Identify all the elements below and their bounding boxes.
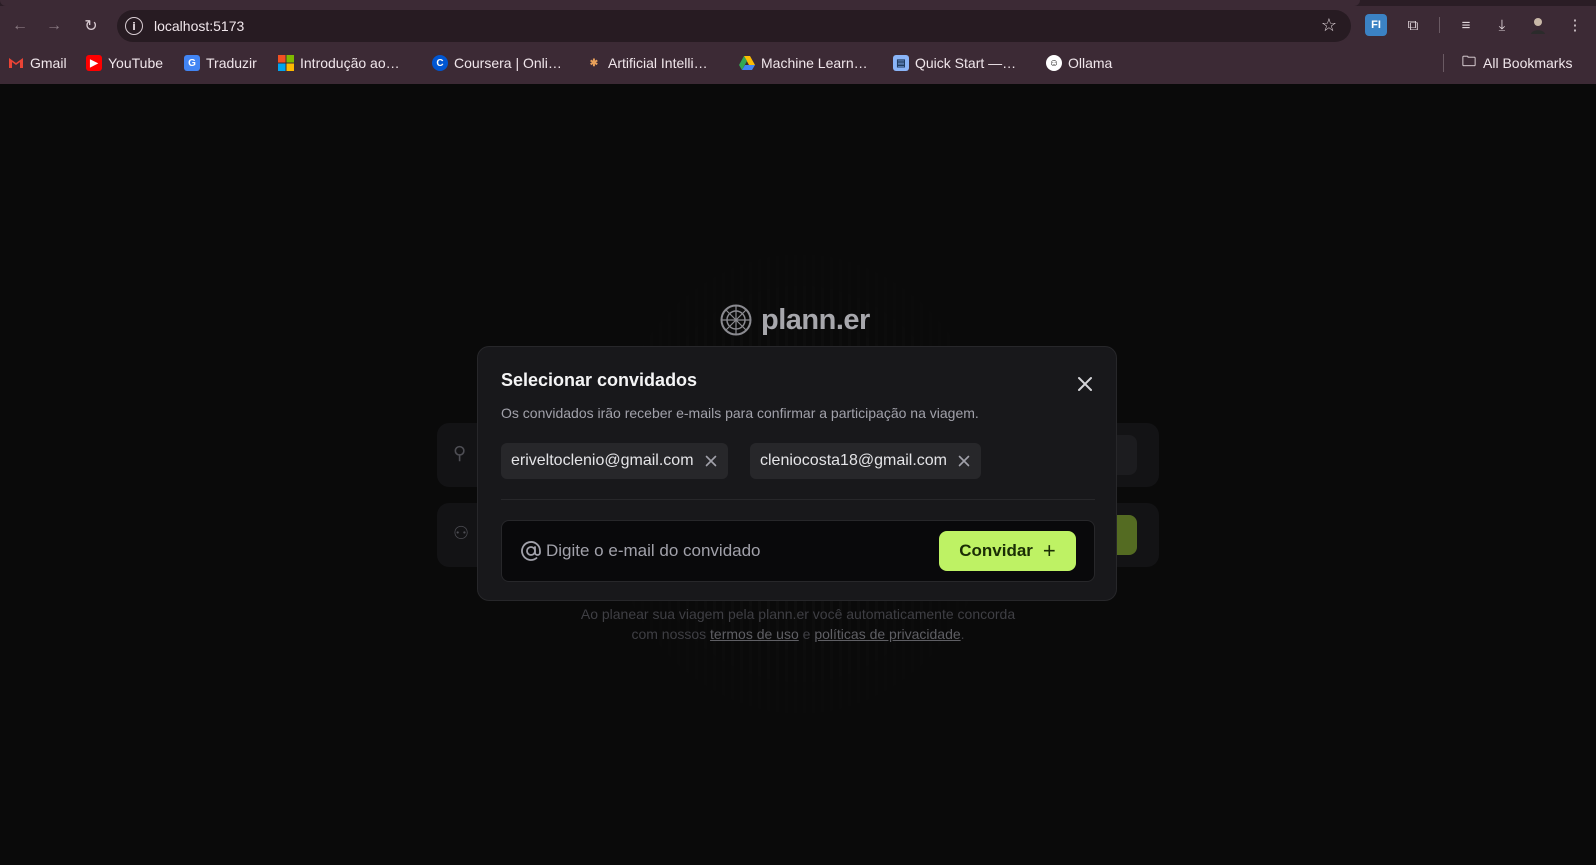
guest-email-input[interactable] [546,533,926,569]
app-logo: plann.er [720,300,870,340]
active-tab-edge[interactable] [0,0,1360,6]
bookmark-label: Gmail [30,55,67,71]
translate-icon: G [184,55,200,71]
terms-end: . [960,626,965,642]
terms-prefix: com nossos [631,626,707,642]
privacy-link[interactable]: políticas de privacidade [814,626,960,642]
site-info-icon[interactable]: i [125,17,143,35]
terms-notice: Ao planear sua viagem pela plann.er você… [540,604,1056,644]
bookmark-youtube[interactable]: ▶ YouTube [86,50,163,76]
guests-modal: Selecionar convidados Os convidados irão… [477,346,1117,601]
address-bar-url[interactable]: localhost:5173 [154,18,244,34]
bookmark-artificial-intelligence[interactable]: ✱ Artificial Intelli… [586,50,708,76]
bookmark-quick-start[interactable]: ▤ Quick Start —… [893,50,1016,76]
guest-email: cleniocosta18@gmail.com [760,452,947,469]
extensions-puzzle-icon[interactable]: ⧉ [1402,14,1424,36]
extension-fi-icon[interactable]: FI [1365,14,1387,36]
bookmark-label: Introdução ao… [300,55,400,71]
modal-divider [501,499,1095,500]
plus-icon: + [1042,538,1056,563]
bookmark-label: Coursera | Onli… [454,55,562,71]
invite-button[interactable]: Convidar + [939,531,1076,571]
gmail-icon [8,55,24,71]
bookmark-label: Machine Learn… [761,55,868,71]
media-queue-icon[interactable]: ≡ [1455,14,1477,36]
terms-and: e [802,626,811,642]
guest-email: eriveltoclenio@gmail.com [511,452,694,469]
bookmark-translate[interactable]: G Traduzir [184,50,257,76]
toolbar-divider [1439,17,1440,33]
invite-form: Convidar + [501,520,1095,582]
profile-avatar-icon[interactable] [1527,14,1549,36]
ollama-icon: ☺ [1046,55,1062,71]
terms-notice-line1: Ao planear sua viagem pela plann.er você… [580,606,1016,622]
at-sign-icon [521,541,541,561]
microsoft-icon [278,55,294,71]
guest-chip: eriveltoclenio@gmail.com [501,443,728,479]
modal-title: Selecionar convidados [501,370,698,390]
bookmark-label: YouTube [108,55,164,71]
guest-chip: cleniocosta18@gmail.com [750,443,981,479]
back-button[interactable]: ← [6,12,34,40]
remove-guest-icon[interactable] [957,454,971,468]
remove-guest-icon[interactable] [704,454,718,468]
invite-button-label: Convidar [959,541,1033,560]
terms-notice-line2: com nossos termos de uso e políticas de … [540,624,1056,644]
all-bookmarks-label: All Bookmarks [1483,55,1573,71]
browser-menu-icon[interactable]: ⋮ [1564,14,1586,36]
reload-button[interactable]: ↻ [77,12,105,40]
ai-icon: ✱ [589,57,599,69]
bookmarks-divider [1443,54,1444,72]
all-bookmarks-button[interactable]: 🗀 All Bookmarks [1461,50,1572,76]
bookmark-coursera[interactable]: C Coursera | Onli… [432,50,562,76]
modal-description: Os convidados irão receber e-mails para … [501,405,979,421]
user-plus-icon: ⚇ [453,523,470,543]
youtube-icon: ▶ [86,55,102,71]
bookmark-machine-learning[interactable]: Machine Learn… [739,50,868,76]
download-icon[interactable]: ⤓ [1491,14,1513,36]
bookmark-label: Artificial Intelli… [608,55,708,71]
terms-link[interactable]: termos de uso [710,626,799,642]
address-bar[interactable]: i localhost:5173 ☆ [117,10,1351,42]
bookmark-label: Traduzir [206,55,257,71]
browser-chrome: ← → ↻ i localhost:5173 ☆ FI ⧉ ≡ ⤓ ⋮ Gmai… [0,0,1596,84]
folder-icon: 🗀 [1462,53,1476,69]
coursera-icon: C [432,55,448,71]
logo-text: plann.er [761,303,870,336]
globe-icon [720,304,752,336]
forward-button[interactable]: → [40,12,68,40]
docs-icon: ▤ [893,55,909,71]
drive-icon [739,55,755,71]
bookmark-gmail[interactable]: Gmail [8,50,67,76]
map-pin-icon: ⚲ [453,443,467,463]
bookmark-ollama[interactable]: ☺ Ollama [1046,50,1112,76]
bookmark-label: Ollama [1068,55,1113,71]
bookmarks-bar: Gmail ▶ YouTube G Traduzir Introdução ao… [0,50,1596,76]
bookmark-star-icon[interactable]: ☆ [1321,15,1337,36]
bookmark-microsoft[interactable]: Introdução ao… [278,50,400,76]
close-icon[interactable] [1075,374,1095,394]
bookmark-label: Quick Start —… [915,55,1017,71]
